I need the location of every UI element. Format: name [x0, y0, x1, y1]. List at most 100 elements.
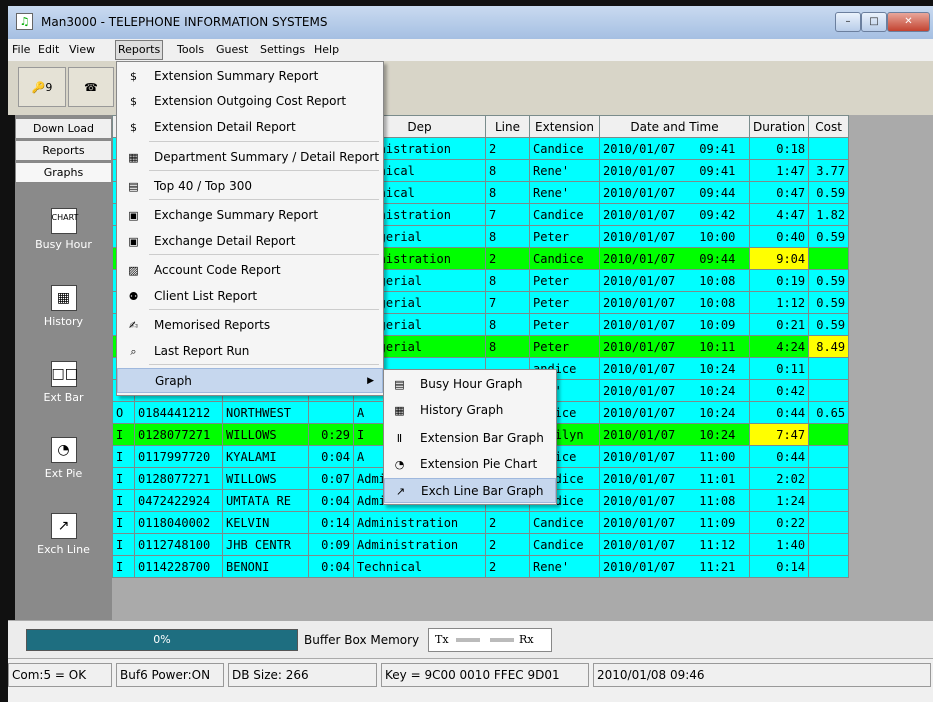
ext-bar-label: Ext Bar [43, 391, 84, 404]
extension-summary-icon: $ [130, 70, 137, 83]
exch-line-button[interactable]: ↗ Exch Line [15, 513, 112, 556]
tab-graphs[interactable]: Graphs [15, 162, 112, 183]
menu-item-account-code-report[interactable]: ▨ Account Code Report [117, 258, 383, 283]
cell-extension: Candice [529, 533, 600, 556]
col-duration-header[interactable]: Duration [748, 115, 810, 138]
cell-call-duration: 0:04 [308, 489, 354, 512]
submenu-item-label: Extension Pie Chart [420, 457, 538, 471]
title-bar[interactable]: ♫ Man3000 - TELEPHONE INFORMATION SYSTEM… [8, 6, 933, 39]
window-title: Man3000 - TELEPHONE INFORMATION SYSTEMS [41, 15, 328, 29]
table-row[interactable]: I 0118040002 KELVIN 0:14 Administration 2 Cand… [112, 511, 850, 534]
cell-time: 10:00 [699, 229, 736, 244]
col-line-header[interactable]: Line [485, 115, 530, 138]
status-db-size: DB Size: 266 [228, 663, 377, 687]
cell-cost: 8.49 [808, 335, 850, 358]
key-toolbar-button[interactable]: 🔑9 [18, 67, 66, 107]
menu-guest[interactable]: Guest [216, 43, 248, 56]
menu-item-exchange-detail-report[interactable]: ▣ Exchange Detail Report [117, 229, 383, 254]
submenu-item-exch-line-bar-graph[interactable]: ↗ Exch Line Bar Graph [384, 478, 556, 503]
submenu-item-history-graph[interactable]: ▦ History Graph [384, 398, 556, 423]
cell-duration: 1:47 [748, 159, 810, 182]
cell-call-duration: 0:04 [308, 445, 354, 468]
menu-file[interactable]: File [12, 43, 30, 56]
menu-edit[interactable]: Edit [38, 43, 59, 56]
cell-time: 10:08 [699, 273, 736, 288]
cell-line: 2 [485, 247, 530, 270]
submenu-item-extension-pie-chart[interactable]: ◔ Extension Pie Chart [384, 452, 556, 477]
menu-item-last-report-run[interactable]: ⌕ Last Report Run [117, 339, 383, 364]
menu-separator [149, 170, 379, 171]
cell-line: 2 [485, 555, 530, 578]
menu-item-label: Graph [155, 374, 192, 388]
menu-item-extension-detail-report[interactable]: $ Extension Detail Report [117, 115, 383, 140]
menu-item-extension-summary-report[interactable]: $ Extension Summary Report [117, 64, 383, 89]
cell-direction: I [112, 533, 135, 556]
menu-bar: File Edit View Reports Tools Guest Setti… [8, 39, 933, 61]
menu-item-exchange-summary-report[interactable]: ▣ Exchange Summary Report [117, 203, 383, 228]
history-button[interactable]: ▦ History [15, 285, 112, 328]
cell-datetime: 2010/01/07 10:11 [599, 335, 750, 358]
menu-separator [149, 254, 379, 255]
menu-item-label: Department Summary / Detail Report [154, 150, 380, 164]
cell-duration: 4:47 [748, 203, 810, 226]
menu-view[interactable]: View [69, 43, 95, 56]
col-extension-header[interactable]: Extension [529, 115, 600, 138]
busy-hour-button[interactable]: CHART Busy Hour [15, 208, 112, 251]
menu-tools[interactable]: Tools [177, 43, 204, 56]
menu-item-memorised-reports[interactable]: ✍ Memorised Reports [117, 313, 383, 338]
cell-date: 2010/01/07 [603, 185, 676, 200]
cell-date: 2010/01/07 [603, 317, 676, 332]
menu-item-label: Extension Summary Report [154, 69, 319, 83]
cell-datetime: 2010/01/07 10:24 [599, 379, 750, 402]
menu-item-extension-outgoing-cost-report[interactable]: $ Extension Outgoing Cost Report [117, 89, 383, 114]
cell-time: 10:09 [699, 317, 736, 332]
submenu-item-label: Exch Line Bar Graph [421, 484, 544, 498]
cell-extension: Candice [529, 137, 600, 160]
minimize-button[interactable]: – [835, 12, 861, 32]
menu-item-top-40-top-300[interactable]: ▤ Top 40 / Top 300 [117, 174, 383, 199]
cell-extension: Peter [529, 335, 600, 358]
status-datetime: 2010/01/08 09:46 [593, 663, 931, 687]
top-list-icon: ▤ [128, 180, 139, 193]
submenu-item-busy-hour-graph[interactable]: ▤ Busy Hour Graph [384, 372, 556, 397]
menu-item-client-list-report[interactable]: ⚉ Client List Report [117, 284, 383, 309]
menu-settings[interactable]: Settings [260, 43, 305, 56]
cell-direction: I [112, 511, 135, 534]
col-datetime-header[interactable]: Date and Time [599, 115, 750, 138]
phone-toolbar-button[interactable]: ☎ [68, 67, 114, 107]
cell-cost: 3.77 [808, 159, 850, 182]
submenu-item-extension-bar-graph[interactable]: Ⅱ Extension Bar Graph [384, 426, 556, 451]
ext-pie-button[interactable]: ◔ Ext Pie [15, 437, 112, 480]
cell-duration: 0:44 [748, 445, 810, 468]
cell-time: 09:41 [699, 163, 736, 178]
account-code-icon: ▨ [128, 264, 139, 277]
cell-date: 2010/01/07 [603, 427, 676, 442]
close-button[interactable]: ✕ [887, 12, 930, 32]
busy-hour-chart-icon: CHART [50, 208, 78, 234]
col-cost-header[interactable]: Cost [808, 115, 850, 138]
maximize-button[interactable]: □ [861, 12, 887, 32]
tab-download[interactable]: Down Load [15, 118, 112, 139]
cell-time: 11:01 [699, 471, 736, 486]
client-list-icon: ⚉ [128, 290, 139, 303]
app-icon[interactable]: ♫ [16, 13, 33, 30]
cell-duration: 0:14 [748, 555, 810, 578]
cell-date: 2010/01/07 [603, 559, 676, 574]
ext-bar-button[interactable]: □□ Ext Bar [15, 361, 112, 404]
cell-date: 2010/01/07 [603, 273, 676, 288]
cell-date: 2010/01/07 [603, 361, 676, 376]
table-row[interactable]: I 0112748100 JHB CENTR 0:09 Administration 2 C… [112, 533, 850, 556]
submenu-arrow-icon: ▶ [367, 376, 374, 386]
table-row[interactable]: I 0114228700 BENONI 0:04 Technical 2 Rene' 2010… [112, 555, 850, 578]
menu-help[interactable]: Help [314, 43, 339, 56]
menu-item-department-summary-detail-report[interactable]: ▦ Department Summary / Detail Report [117, 145, 383, 170]
tab-reports[interactable]: Reports [15, 140, 112, 161]
menu-item-graph[interactable]: Graph ▶ [117, 368, 383, 393]
menu-reports[interactable]: Reports [115, 40, 164, 60]
cell-line: 2 [485, 137, 530, 160]
menu-item-label: Account Code Report [154, 263, 281, 277]
cell-duration: 0:21 [748, 313, 810, 336]
cell-date: 2010/01/07 [603, 339, 676, 354]
submenu-item-label: History Graph [420, 403, 504, 417]
extension-pie-chart-icon: ◔ [394, 458, 405, 471]
